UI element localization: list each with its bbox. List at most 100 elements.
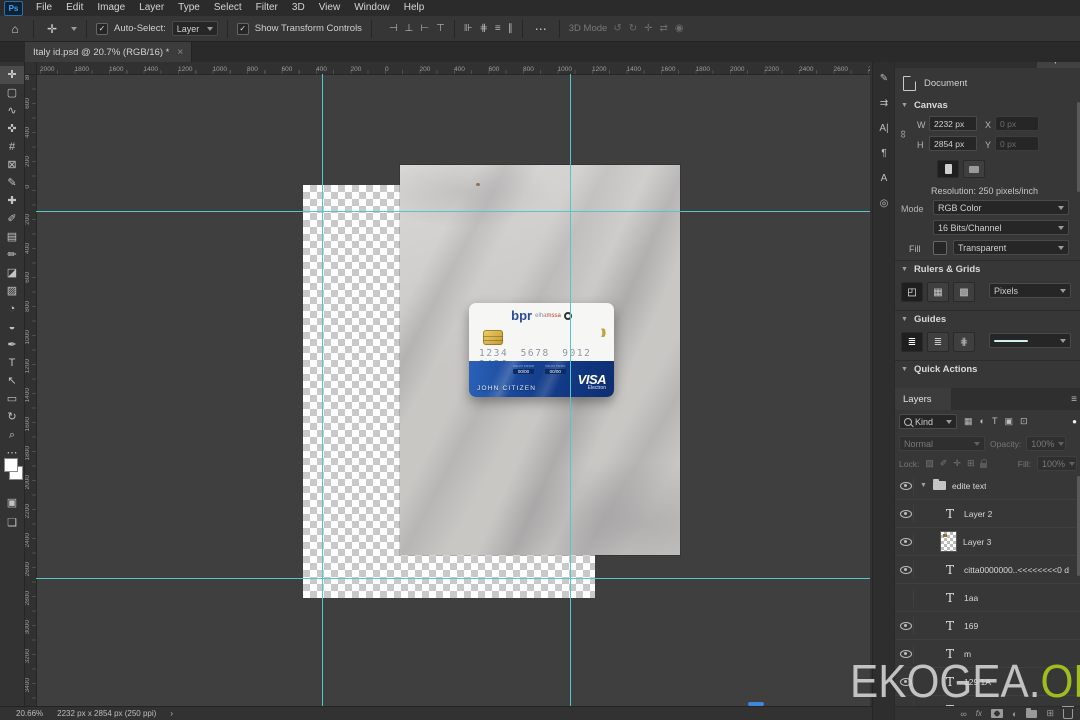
layer-row[interactable]: ▼ T Layer 3: [895, 528, 1080, 556]
filter-toggle[interactable]: ●: [1072, 417, 1077, 426]
distribute-icon[interactable]: ≡: [495, 23, 501, 34]
3d-mode-icon[interactable]: ↻: [629, 23, 637, 34]
pen-tool[interactable]: ✒: [0, 336, 24, 354]
brush-settings-icon[interactable]: ✎: [873, 69, 895, 89]
lock-type-icon[interactable]: ⊞: [967, 458, 975, 469]
fill-checkbox[interactable]: [933, 241, 947, 255]
distribute-icon[interactable]: ⊪: [464, 23, 473, 34]
rulers-toggle-button[interactable]: ◰: [901, 282, 923, 302]
lock-guides-button[interactable]: ≣: [927, 332, 949, 352]
blend-mode-dropdown[interactable]: Normal: [899, 436, 985, 451]
menu-item[interactable]: Select: [207, 0, 249, 16]
glyphs-panel-icon[interactable]: A: [873, 169, 895, 189]
home-icon[interactable]: ⌂: [6, 22, 24, 36]
dodge-tool[interactable]: ◒: [0, 318, 24, 336]
type-tool[interactable]: T: [0, 354, 24, 372]
align-icon[interactable]: ⊣: [389, 23, 398, 34]
align-icon[interactable]: ⊤: [436, 23, 445, 34]
menu-item[interactable]: Image: [90, 0, 132, 16]
lasso-tool[interactable]: ∿: [0, 102, 24, 120]
visibility-toggle[interactable]: [899, 616, 914, 635]
foreground-color-swatch[interactable]: [4, 458, 18, 472]
menu-item[interactable]: Type: [171, 0, 207, 16]
show-transform-checkbox[interactable]: ✓: [236, 22, 249, 35]
auto-select-checkbox[interactable]: ✓: [96, 22, 108, 35]
link-dimensions-icon[interactable]: ∞: [897, 130, 909, 138]
eyedropper-tool[interactable]: ✎: [0, 174, 24, 192]
y-field[interactable]: 0 px: [995, 136, 1039, 151]
screen-mode-button[interactable]: ❏: [0, 514, 24, 532]
layer-row[interactable]: ▼ T 1aa: [895, 584, 1080, 612]
visibility-toggle[interactable]: [899, 532, 914, 551]
menu-item[interactable]: 3D: [285, 0, 312, 16]
horizontal-guide[interactable]: [36, 211, 870, 212]
adjustment-layer-icon[interactable]: ◐: [1012, 709, 1017, 719]
eraser-tool[interactable]: ◪: [0, 264, 24, 282]
filter-kind-dropdown[interactable]: Kind: [899, 414, 957, 429]
move-tool[interactable]: ✛: [0, 66, 24, 84]
document-row[interactable]: Document: [903, 76, 967, 91]
bit-depth-dropdown[interactable]: 16 Bits/Channel: [933, 220, 1069, 235]
zoom-level[interactable]: 20.66%: [16, 709, 43, 718]
width-field[interactable]: 2232 px: [929, 116, 977, 131]
marquee-tool[interactable]: ▢: [0, 84, 24, 102]
ruler-units-dropdown[interactable]: Pixels: [989, 283, 1071, 298]
lock-type-icon[interactable]: ✛: [953, 458, 961, 469]
add-mask-icon[interactable]: [991, 709, 1004, 718]
new-guide-layout-button[interactable]: ⋕: [953, 332, 975, 352]
chevron-down-icon[interactable]: ▼: [920, 482, 927, 489]
zoom-tool[interactable]: ⌕: [0, 426, 24, 444]
3d-mode-icon[interactable]: ⇄: [660, 23, 668, 34]
layer-row[interactable]: ▼ T citta0000000..<<<<<<<<0 d: [895, 556, 1080, 584]
new-group-icon[interactable]: [1026, 707, 1038, 718]
show-guides-button[interactable]: ≣: [901, 332, 923, 352]
vertical-guide[interactable]: [570, 74, 571, 706]
landscape-orientation-button[interactable]: [963, 160, 985, 178]
visibility-toggle[interactable]: [899, 560, 914, 579]
distribute-icon[interactable]: ∥: [508, 23, 513, 34]
3d-mode-icon[interactable]: ◉: [675, 23, 684, 34]
lock-type-icon[interactable]: ▨: [925, 458, 934, 469]
libraries-icon[interactable]: ◎: [873, 194, 895, 214]
history-brush-tool[interactable]: ✏: [0, 246, 24, 264]
character-panel-icon[interactable]: A|: [873, 119, 895, 139]
status-arrow-icon[interactable]: ›: [170, 709, 173, 718]
blur-tool[interactable]: ◔: [0, 300, 24, 318]
align-icon[interactable]: ⊢: [420, 23, 429, 34]
menu-item[interactable]: Help: [397, 0, 432, 16]
healing-brush-tool[interactable]: ✚: [0, 192, 24, 210]
visibility-toggle[interactable]: [899, 504, 914, 523]
gradient-tool[interactable]: ▨: [0, 282, 24, 300]
portrait-orientation-button[interactable]: [937, 160, 959, 178]
filter-type-icon[interactable]: ⊡: [1020, 416, 1028, 427]
x-field[interactable]: 0 px: [995, 116, 1039, 131]
link-layers-icon[interactable]: ∞: [960, 709, 966, 719]
ruler-origin-corner[interactable]: [24, 62, 37, 75]
filter-type-icon[interactable]: ◐: [980, 416, 985, 427]
distribute-icon[interactable]: ⋕: [480, 23, 488, 34]
hand-tool[interactable]: ↻: [0, 408, 24, 426]
canvas-viewport[interactable]: 2000 1800 1600 1400 1200 1000 800 600 400 200 0 200…: [24, 62, 870, 706]
quick-mask-button[interactable]: ▣: [0, 494, 24, 512]
3d-mode-icon[interactable]: ↺: [613, 23, 621, 34]
grid-toggle-button[interactable]: ▦: [927, 282, 949, 302]
clone-stamp-tool[interactable]: ▤: [0, 228, 24, 246]
menu-item[interactable]: Layer: [132, 0, 171, 16]
layer-row[interactable]: ▼ T 169: [895, 612, 1080, 640]
height-field[interactable]: 2854 px: [929, 136, 977, 151]
opacity-dropdown[interactable]: 100%: [1026, 436, 1067, 451]
rulers-grids-section-header[interactable]: ▼ Rulers & Grids: [901, 264, 980, 275]
more-options-icon[interactable]: ⋯: [532, 22, 550, 36]
menu-item[interactable]: Filter: [249, 0, 285, 16]
path-selection-tool[interactable]: ↖: [0, 372, 24, 390]
visibility-toggle[interactable]: [899, 476, 914, 495]
vertical-ruler[interactable]: 8006004002000200400600800100012001400160…: [24, 69, 37, 706]
align-icon[interactable]: ⊥: [405, 23, 414, 34]
filter-type-icon[interactable]: T: [992, 416, 998, 427]
brush-tool[interactable]: ✐: [0, 210, 24, 228]
layer-row[interactable]: ▼ T Layer 2: [895, 500, 1080, 528]
guide-style-dropdown[interactable]: [989, 333, 1071, 348]
paragraph-panel-icon[interactable]: ¶: [873, 144, 895, 164]
guides-section-header[interactable]: ▼ Guides: [901, 314, 946, 325]
vertical-guide[interactable]: [322, 74, 323, 706]
